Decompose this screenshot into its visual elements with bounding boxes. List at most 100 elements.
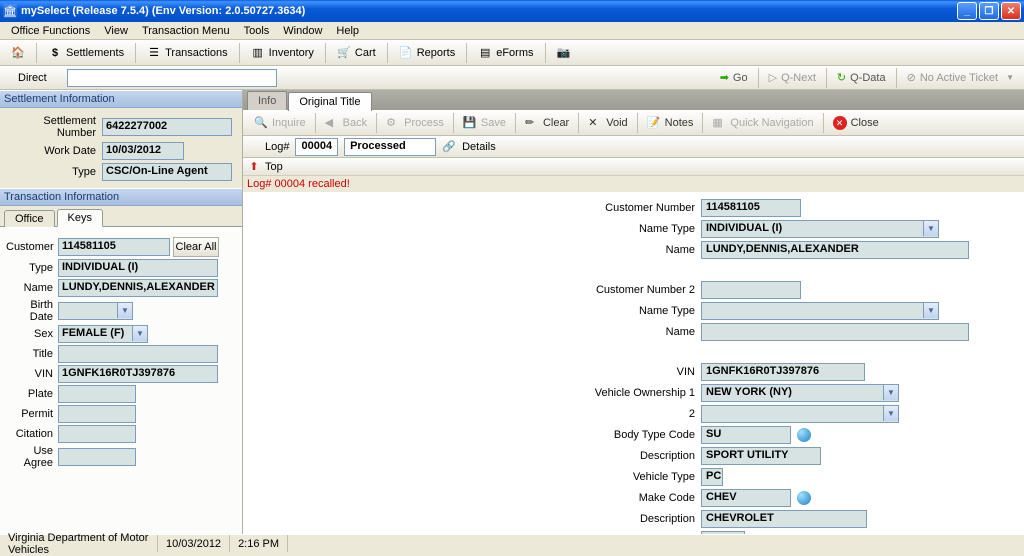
mname-field[interactable]: LUNDY,DENNIS,ALEXANDER bbox=[701, 241, 969, 259]
nametype-field[interactable]: INDIVIDUAL (I) bbox=[701, 220, 939, 238]
customer-field[interactable]: 114581105 bbox=[58, 238, 170, 256]
form-area: Customer Number114581105 Name TypeINDIVI… bbox=[243, 192, 1024, 534]
link-icon[interactable]: 🔗 bbox=[442, 140, 456, 154]
quicknav-button[interactable]: ▦Quick Navigation bbox=[705, 112, 820, 134]
chevron-down-icon[interactable]: ▼ bbox=[883, 385, 898, 400]
dropdown-arrow-icon: ▼ bbox=[1006, 73, 1014, 82]
vehown2-field[interactable] bbox=[701, 405, 899, 423]
custno2-field[interactable] bbox=[701, 281, 801, 299]
desc1-field[interactable]: SPORT UTILITY bbox=[701, 447, 821, 465]
menu-office-functions[interactable]: Office Functions bbox=[4, 23, 97, 39]
tab-keys[interactable]: Keys bbox=[57, 209, 103, 227]
maximize-button[interactable]: ❐ bbox=[979, 2, 999, 20]
menu-bar: Office Functions View Transaction Menu T… bbox=[0, 22, 1024, 40]
eforms-button[interactable]: ▤eForms bbox=[469, 42, 542, 64]
transaction-header: Transaction Information bbox=[0, 188, 242, 206]
workdate-field[interactable]: 10/03/2012 bbox=[102, 142, 184, 160]
citation-field[interactable] bbox=[58, 425, 136, 443]
type-field[interactable]: INDIVIDUAL (I) bbox=[58, 259, 218, 277]
nav-bar: Direct ➡Go ▷Q-Next ↻Q-Data ⊘No Active Ti… bbox=[0, 66, 1024, 90]
mname2-field[interactable] bbox=[701, 323, 969, 341]
home-button[interactable]: 🏠 bbox=[2, 42, 34, 64]
camera-button[interactable]: 📷 bbox=[548, 42, 580, 64]
transactions-button[interactable]: ☰Transactions bbox=[138, 42, 237, 64]
menu-view[interactable]: View bbox=[97, 23, 135, 39]
close-window-button[interactable]: ✕ bbox=[1001, 2, 1021, 20]
plate-label: Plate bbox=[6, 388, 58, 400]
globe-icon[interactable] bbox=[797, 491, 811, 505]
reports-button[interactable]: 📄Reports bbox=[390, 42, 465, 64]
status-time: 2:16 PM bbox=[230, 535, 288, 552]
notes-button[interactable]: 📝Notes bbox=[640, 112, 701, 134]
mname2-label: Name bbox=[245, 326, 701, 338]
name-field[interactable]: LUNDY,DENNIS,ALEXANDER bbox=[58, 279, 218, 297]
permit-label: Permit bbox=[6, 408, 58, 420]
top-link[interactable]: Top bbox=[265, 161, 283, 173]
chevron-down-icon[interactable]: ▼ bbox=[132, 326, 147, 341]
vehyear-field[interactable]: 1996 bbox=[701, 531, 745, 534]
qnext-button[interactable]: ▷Q-Next bbox=[763, 68, 822, 88]
nav-input[interactable] bbox=[67, 69, 277, 87]
barcode-icon: ▥ bbox=[251, 46, 265, 60]
vehtype-field[interactable]: PC bbox=[701, 468, 723, 486]
settlement-number-label: Settlement Number bbox=[6, 115, 102, 139]
close-button[interactable]: ✕Close bbox=[826, 112, 886, 134]
settlement-number-field[interactable]: 6422277002 bbox=[102, 118, 232, 136]
bodytype-field[interactable]: SU bbox=[701, 426, 791, 444]
save-button[interactable]: 💾Save bbox=[456, 112, 513, 134]
globe-icon[interactable] bbox=[797, 428, 811, 442]
settlement-header: Settlement Information bbox=[0, 90, 242, 108]
desc2-field[interactable]: CHEVROLET bbox=[701, 510, 867, 528]
tab-info[interactable]: Info bbox=[247, 91, 287, 110]
type-label: Type bbox=[6, 262, 58, 274]
menu-help[interactable]: Help bbox=[329, 23, 366, 39]
custno2-label: Customer Number 2 bbox=[245, 284, 701, 296]
x-icon: ✕ bbox=[588, 116, 602, 130]
makecode-label: Make Code bbox=[245, 492, 701, 504]
noticket-button[interactable]: ⊘No Active Ticket▼ bbox=[901, 68, 1020, 88]
chevron-down-icon[interactable]: ▼ bbox=[883, 406, 898, 421]
cart-button[interactable]: 🛒Cart bbox=[328, 42, 385, 64]
vehown1-label: Vehicle Ownership 1 bbox=[245, 387, 701, 399]
settlement-type-field[interactable]: CSC/On-Line Agent bbox=[102, 163, 232, 181]
log-number-field[interactable]: 00004 bbox=[295, 138, 338, 156]
back-button[interactable]: ◀Back bbox=[318, 112, 374, 134]
settlements-button[interactable]: $Settlements bbox=[39, 42, 133, 64]
menu-window[interactable]: Window bbox=[276, 23, 329, 39]
minimize-button[interactable]: _ bbox=[957, 2, 977, 20]
tab-office[interactable]: Office bbox=[4, 210, 55, 227]
menu-tools[interactable]: Tools bbox=[237, 23, 277, 39]
dollar-icon: $ bbox=[48, 46, 62, 60]
qdata-button[interactable]: ↻Q-Data bbox=[831, 68, 892, 88]
search-icon: 🔍 bbox=[254, 116, 268, 130]
inquire-button[interactable]: 🔍Inquire bbox=[247, 112, 313, 134]
save-icon: 💾 bbox=[463, 116, 477, 130]
clear-all-button[interactable]: Clear All bbox=[173, 237, 219, 257]
makecode-field[interactable]: CHEV bbox=[701, 489, 791, 507]
nametype2-field[interactable] bbox=[701, 302, 939, 320]
plate-field[interactable] bbox=[58, 385, 136, 403]
custno-field[interactable]: 114581105 bbox=[701, 199, 801, 217]
process-button[interactable]: ⚙Process bbox=[379, 112, 451, 134]
permit-field[interactable] bbox=[58, 405, 136, 423]
log-status-field[interactable]: Processed bbox=[344, 138, 436, 156]
menu-transaction[interactable]: Transaction Menu bbox=[135, 23, 237, 39]
clear-button[interactable]: ✏Clear bbox=[518, 112, 576, 134]
title-label: Title bbox=[6, 348, 58, 360]
mvin-field[interactable]: 1GNFK16R0TJ397876 bbox=[701, 363, 865, 381]
nametype-label: Name Type bbox=[245, 223, 701, 235]
vin-field[interactable]: 1GNFK16R0TJ397876 bbox=[58, 365, 218, 383]
chevron-down-icon[interactable]: ▼ bbox=[117, 303, 132, 318]
void-button[interactable]: ✕Void bbox=[581, 112, 634, 134]
window-title: mySelect (Release 7.5.4) (Env Version: 2… bbox=[21, 5, 955, 17]
go-button[interactable]: ➡Go bbox=[714, 68, 754, 88]
chevron-down-icon[interactable]: ▼ bbox=[923, 221, 938, 236]
title-field[interactable] bbox=[58, 345, 218, 363]
useagree-field[interactable] bbox=[58, 448, 136, 466]
inventory-button[interactable]: ▥Inventory bbox=[242, 42, 323, 64]
eraser-icon: ✏ bbox=[525, 116, 539, 130]
vehown1-field[interactable]: NEW YORK (NY) bbox=[701, 384, 899, 402]
chevron-down-icon[interactable]: ▼ bbox=[923, 303, 938, 318]
tab-original-title[interactable]: Original Title bbox=[288, 92, 371, 111]
details-link[interactable]: Details bbox=[462, 141, 496, 153]
